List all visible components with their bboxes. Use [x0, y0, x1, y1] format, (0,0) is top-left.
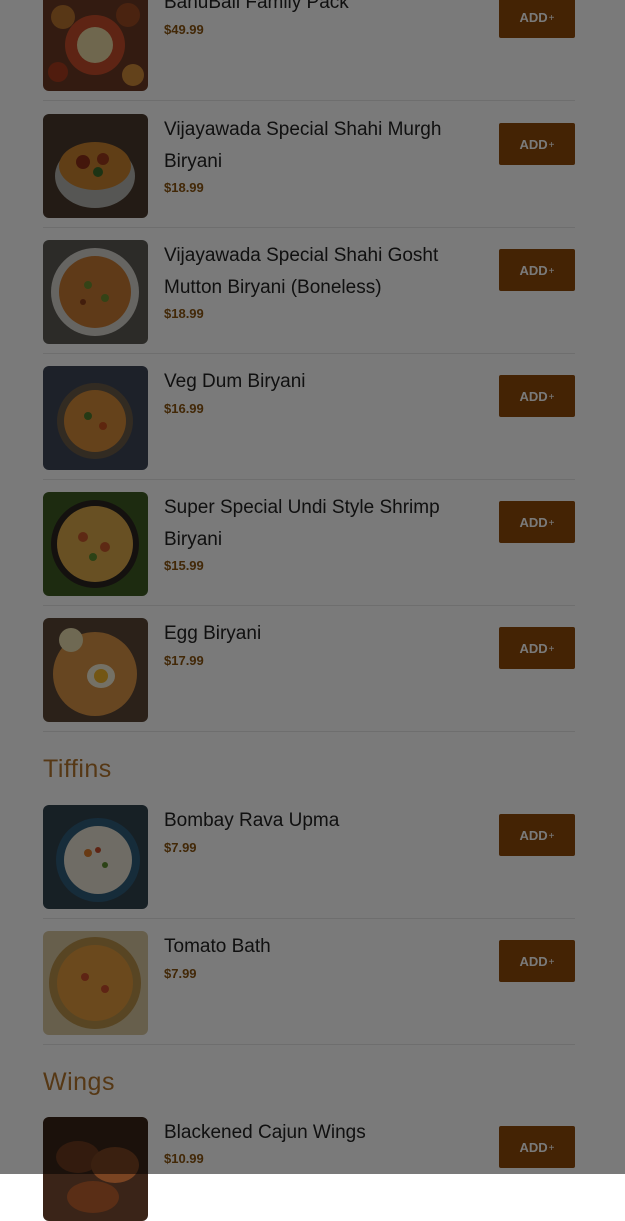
item-name: Blackened Cajun Wings: [164, 1122, 366, 1143]
item-price: $17.99: [164, 653, 204, 668]
item-price: $10.99: [164, 1151, 204, 1166]
item-price: $7.99: [164, 840, 197, 855]
plus-icon: +: [548, 957, 555, 968]
item-price: $16.99: [164, 401, 204, 416]
add-label: ADD: [519, 827, 548, 843]
menu-item[interactable]: Tomato Bath $7.99 ADD +: [43, 931, 575, 1045]
plus-icon: +: [548, 13, 555, 24]
add-label: ADD: [519, 136, 548, 152]
food-image: [43, 931, 148, 1035]
item-name: Tomato Bath: [164, 936, 271, 957]
item-name: Vijayawada Special Shahi Gosht Mutton Bi…: [164, 245, 439, 298]
food-image: [43, 618, 148, 722]
item-name: Super Special Undi Style Shrimp Biryani: [164, 497, 440, 550]
add-label: ADD: [519, 953, 548, 969]
menu-item[interactable]: Super Special Undi Style Shrimp Biryani …: [43, 492, 575, 606]
add-label: ADD: [519, 9, 548, 25]
menu-item[interactable]: Bombay Rava Upma $7.99 ADD +: [43, 805, 575, 919]
food-image: [43, 114, 148, 218]
menu-item[interactable]: Veg Dum Biryani $16.99 ADD +: [43, 366, 575, 480]
food-image: [43, 1117, 148, 1221]
item-name: Bombay Rava Upma: [164, 810, 340, 831]
plus-icon: +: [548, 831, 555, 842]
food-image: [43, 0, 148, 91]
plus-icon: +: [548, 644, 555, 655]
item-price: $18.99: [164, 306, 204, 321]
add-label: ADD: [519, 1139, 548, 1155]
item-name: Veg Dum Biryani: [164, 371, 306, 392]
menu-item[interactable]: Egg Biryani $17.99 ADD +: [43, 618, 575, 732]
food-image: [43, 492, 148, 596]
section-title-tiffins: Tiffins: [43, 755, 112, 783]
add-label: ADD: [519, 514, 548, 530]
food-image: [43, 805, 148, 909]
menu-list: BahuBali Family Pack $49.99 ADD + Vijayaw…: [0, 0, 625, 1221]
plus-icon: +: [548, 1143, 555, 1154]
add-button[interactable]: ADD +: [499, 814, 575, 856]
item-price: $18.99: [164, 180, 204, 195]
menu-item[interactable]: Vijayawada Special Shahi Murgh Biryani $…: [43, 114, 575, 228]
add-button[interactable]: ADD +: [499, 501, 575, 543]
item-name: Egg Biryani: [164, 623, 262, 644]
section-title-wings: Wings: [43, 1068, 115, 1096]
plus-icon: +: [548, 392, 555, 403]
add-button[interactable]: ADD +: [499, 375, 575, 417]
plus-icon: +: [548, 518, 555, 529]
add-button[interactable]: ADD +: [499, 123, 575, 165]
add-button[interactable]: ADD +: [499, 249, 575, 291]
item-name: Vijayawada Special Shahi Murgh Biryani: [164, 119, 442, 172]
item-price: $7.99: [164, 966, 197, 981]
add-button[interactable]: ADD +: [499, 940, 575, 982]
add-button[interactable]: ADD +: [499, 627, 575, 669]
menu-item[interactable]: Blackened Cajun Wings $10.99 ADD +: [43, 1117, 575, 1221]
add-button[interactable]: ADD +: [499, 0, 575, 38]
item-price: $49.99: [164, 22, 204, 37]
add-label: ADD: [519, 262, 548, 278]
menu-item[interactable]: Vijayawada Special Shahi Gosht Mutton Bi…: [43, 240, 575, 354]
item-price: $15.99: [164, 558, 204, 573]
add-label: ADD: [519, 640, 548, 656]
plus-icon: +: [548, 266, 555, 277]
menu-item[interactable]: BahuBali Family Pack $49.99 ADD +: [43, 0, 575, 101]
item-name: BahuBali Family Pack: [164, 0, 349, 13]
food-image: [43, 366, 148, 470]
plus-icon: +: [548, 140, 555, 151]
add-label: ADD: [519, 388, 548, 404]
add-button[interactable]: ADD +: [499, 1126, 575, 1168]
food-image: [43, 240, 148, 344]
